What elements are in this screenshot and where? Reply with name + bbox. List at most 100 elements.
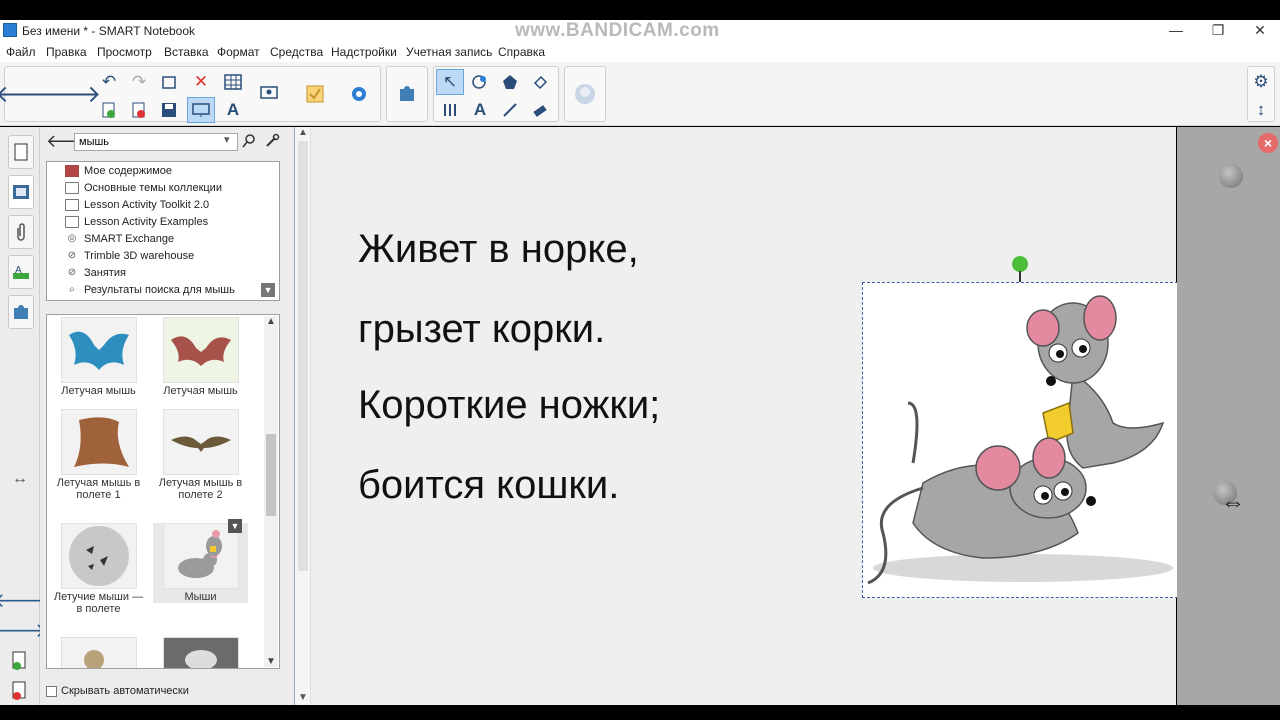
gallery-item[interactable] (51, 637, 146, 668)
poem-line-1[interactable]: Живет в норке, (358, 227, 639, 272)
toolbar-properties-group (564, 66, 606, 122)
globe-icon: ◎ (67, 233, 77, 244)
menu-tools[interactable]: Средства (270, 45, 323, 59)
properties-tab-icon[interactable]: A (8, 255, 34, 289)
tree-dropdown-icon[interactable]: ▼ (261, 283, 275, 297)
tree-item-lesson-examples[interactable]: Lesson Activity Examples (51, 214, 208, 230)
fill-icon[interactable] (526, 69, 554, 95)
menu-insert[interactable]: Вставка (164, 45, 209, 59)
gallery-results: Летучая мышь Летучая мышь Летучая мышь в… (46, 314, 280, 669)
pen-icon[interactable] (466, 69, 494, 95)
gallery-item[interactable]: Летучие мыши — в полете (51, 523, 146, 615)
full-screen-icon[interactable] (187, 97, 215, 123)
addons-gear-icon[interactable] (345, 81, 373, 107)
restore-button[interactable]: ❐ (1198, 20, 1238, 42)
properties-icon[interactable] (571, 81, 599, 107)
move-toolbar-icon[interactable]: ↕ (1248, 97, 1274, 123)
search-dropdown-icon[interactable]: ▾ (224, 133, 230, 146)
page-scroll-up-icon[interactable]: ▲ (298, 127, 308, 138)
document-camera-icon[interactable] (255, 81, 283, 107)
menu-addons[interactable]: Надстройки (331, 45, 397, 59)
autohide-checkbox[interactable]: Скрывать автоматически (46, 685, 189, 697)
save-icon[interactable] (155, 97, 183, 123)
toolbar-addons-group (386, 66, 428, 122)
tree-item-lesson-toolkit[interactable]: Lesson Activity Toolkit 2.0 (51, 197, 209, 213)
redo-icon[interactable]: ↷ (125, 69, 153, 95)
delete-page-side-icon[interactable] (8, 679, 32, 703)
screenshot-icon[interactable] (155, 69, 183, 95)
tree-item-my-content[interactable]: Мое содержимое (51, 163, 172, 179)
gallery-tab-icon[interactable] (8, 175, 34, 209)
page-scroll-down-icon[interactable]: ▼ (298, 692, 308, 703)
gallery-item[interactable] (153, 637, 248, 668)
menu-file[interactable]: Файл (6, 45, 36, 59)
wrench-icon[interactable] (264, 133, 280, 154)
poem-line-4[interactable]: боится кошки. (358, 463, 619, 508)
undo-icon[interactable]: ↶ (95, 69, 123, 95)
page-scroll-thumb[interactable] (298, 141, 308, 571)
poem-line-2[interactable]: грызет корки. (358, 307, 605, 352)
notebook-page[interactable]: ▲ ▼ Живет в норке, грызет корки. Коротки… (294, 127, 1178, 705)
page-scrollbar[interactable]: ▲ ▼ (295, 127, 311, 705)
tree-item-trimble[interactable]: ⊘ Trimble 3D warehouse (51, 248, 194, 264)
checkbox-icon[interactable] (46, 685, 57, 697)
shapes-icon[interactable] (496, 69, 524, 95)
gallery-search-input[interactable] (74, 133, 238, 151)
add-page-side-icon[interactable] (8, 649, 32, 673)
page-sorter-tab-icon[interactable] (8, 135, 34, 169)
tree-item-search-results[interactable]: ⌕ Результаты поиска для мышь ▼ (51, 282, 275, 298)
item-menu-icon[interactable]: ▼ (228, 519, 242, 533)
gallery-scroll-thumb[interactable] (266, 434, 276, 516)
tree-item-lessons[interactable]: ⊘ Занятия (51, 265, 126, 281)
close-button[interactable]: ✕ (1240, 20, 1280, 42)
minimize-button[interactable]: — (1156, 20, 1196, 42)
settings-gear-icon[interactable]: ⚙ (1248, 69, 1274, 95)
gallery-item[interactable]: Летучая мышь (51, 317, 146, 397)
menu-format[interactable]: Формат (217, 45, 260, 59)
gallery-item[interactable]: Летучая мышь в полете 1 (51, 409, 146, 501)
resize-panel-icon[interactable]: ↔ (8, 467, 32, 491)
scroll-up-icon[interactable]: ▲ (266, 316, 276, 327)
addons-tab-icon[interactable] (8, 295, 34, 329)
menu-help[interactable]: Справка (498, 45, 545, 59)
activity-builder-icon[interactable] (301, 81, 329, 107)
rotate-handle[interactable] (1012, 256, 1028, 272)
next-page-icon[interactable]: 🡒 (0, 618, 47, 642)
select-icon[interactable]: ↖ (436, 69, 464, 95)
creative-pen-icon[interactable] (436, 97, 464, 123)
previous-page-icon[interactable]: 🡐 (0, 588, 47, 612)
tree-item-core-collections[interactable]: Основные темы коллекции (51, 180, 222, 196)
scroll-down-icon[interactable]: ▼ (266, 656, 276, 667)
menu-account[interactable]: Учетная запись (406, 45, 492, 59)
gallery-scrollbar[interactable]: ▲ ▼ (264, 316, 278, 667)
menu-edit[interactable]: Правка (46, 45, 87, 59)
text-icon[interactable]: A (466, 97, 494, 123)
link-icon: ⊘ (67, 267, 77, 278)
menu-view[interactable]: Просмотр (97, 45, 152, 59)
delete-icon[interactable]: ✕ (187, 69, 215, 95)
line-icon[interactable] (496, 97, 524, 123)
side-tab-strip: A ↔ 🡐 🡒 (0, 127, 47, 705)
tree-item-smart-exchange[interactable]: ◎ SMART Exchange (51, 231, 174, 247)
puzzle-icon[interactable] (393, 81, 421, 107)
forward-arrow-icon[interactable]: 🡒 (37, 67, 101, 121)
gallery-item[interactable]: Летучая мышь в полете 2 (153, 409, 248, 501)
text-recognition-icon[interactable]: A (219, 97, 247, 123)
gallery-panel: 🡐 ▾ Мое содержимое Основные темы коллекц… (40, 127, 294, 705)
search-icon[interactable] (242, 133, 256, 154)
poem-line-3[interactable]: Короткие ножки; (358, 383, 660, 428)
add-page-icon[interactable] (95, 97, 123, 123)
selected-mice-image[interactable] (862, 282, 1178, 598)
smart-notebook-icon (3, 23, 17, 37)
toolbar-main-group: 🡐 🡒 ↶ ↷ ✕ A (0, 66, 381, 123)
delete-page-icon[interactable] (125, 97, 153, 123)
attachments-tab-icon[interactable] (8, 215, 34, 249)
folder-icon (65, 199, 79, 211)
close-pane-icon[interactable]: × (1258, 133, 1278, 153)
toolbar-tools-group: ↖ A (433, 66, 559, 122)
gallery-item-selected[interactable]: Мыши ▼ (153, 519, 248, 603)
resize-cursor-icon: ⇔ (1221, 489, 1245, 516)
eraser-icon[interactable] (526, 97, 554, 123)
gallery-item[interactable]: Летучая мышь (153, 317, 248, 397)
table-icon[interactable] (219, 69, 247, 95)
